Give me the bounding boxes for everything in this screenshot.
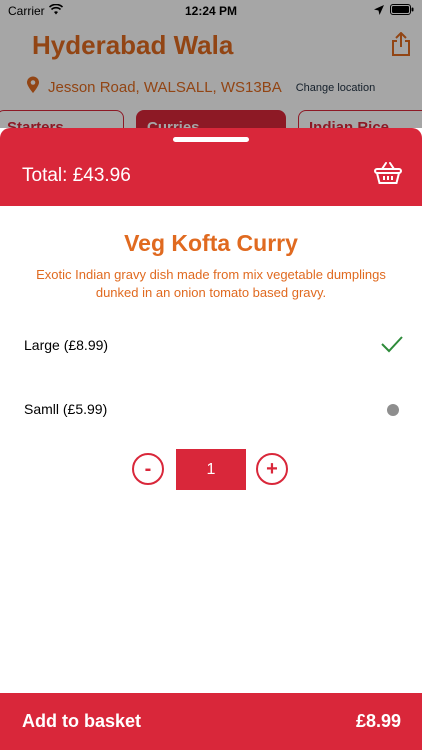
- option-large[interactable]: Large (£8.99): [0, 326, 422, 366]
- option-small-label: Samll (£5.99): [24, 401, 108, 417]
- basket-icon[interactable]: [374, 161, 402, 190]
- add-to-basket-button[interactable]: Add to basket £8.99: [0, 693, 422, 750]
- item-sheet: Total: £43.96 Veg Kofta Curry Exotic Ind…: [0, 128, 422, 750]
- increase-button[interactable]: +: [256, 453, 288, 485]
- option-large-label: Large (£8.99): [24, 337, 109, 353]
- add-to-basket-label: Add to basket: [22, 711, 142, 731]
- decrease-button[interactable]: -: [132, 453, 164, 485]
- unselected-dot-icon: [387, 404, 399, 416]
- item-description: Exotic Indian gravy dish made from mix v…: [36, 267, 386, 300]
- quantity-stepper: - 1 +: [0, 449, 422, 491]
- quantity-value: 1: [176, 449, 246, 490]
- total-label: Total: £43.96: [22, 165, 131, 186]
- item-name: Veg Kofta Curry: [124, 230, 298, 256]
- option-small[interactable]: Samll (£5.99): [0, 390, 422, 430]
- footer-price: £8.99: [355, 711, 401, 731]
- checkmark-icon: [380, 334, 404, 359]
- drag-handle[interactable]: [173, 137, 249, 142]
- sheet-header: Total: £43.96: [0, 128, 422, 206]
